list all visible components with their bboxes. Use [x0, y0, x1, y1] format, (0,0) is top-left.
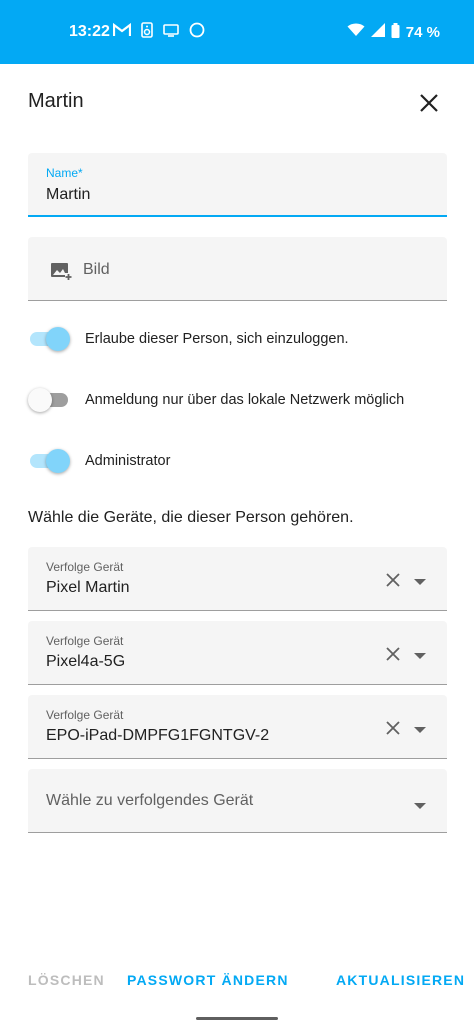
new-device-placeholder: Wähle zu verfolgendes Gerät	[46, 792, 254, 809]
device-select-3[interactable]: Verfolge Gerät EPO-iPad-DMPFG1FGNTGV-2	[28, 695, 447, 759]
device-select-label: Verfolge Gerät	[46, 634, 124, 648]
toggle-row-local-only[interactable]: Anmeldung nur über das lokale Netzwerk m…	[28, 386, 404, 414]
device-select-value: Pixel4a-5G	[46, 653, 126, 670]
clear-icon[interactable]	[384, 719, 402, 737]
wifi-icon	[347, 23, 365, 41]
name-field[interactable]: Name* Martin	[28, 153, 447, 217]
image-field[interactable]: Bild	[28, 237, 447, 301]
close-icon	[420, 94, 438, 112]
clear-icon[interactable]	[384, 645, 402, 663]
login-allowed-label: Erlaube dieser Person, sich einzuloggen.	[85, 331, 349, 347]
circle-icon	[189, 22, 205, 43]
dropdown-arrow-icon[interactable]	[412, 798, 428, 809]
close-button[interactable]	[412, 86, 446, 120]
gmail-icon	[112, 22, 132, 42]
device-select-value: EPO-iPad-DMPFG1FGNTGV-2	[46, 727, 270, 744]
login-allowed-switch[interactable]	[28, 325, 70, 353]
delete-button[interactable]: LÖSCHEN	[28, 972, 105, 988]
name-field-value[interactable]: Martin	[46, 186, 90, 204]
status-icons-right: 74 %	[347, 22, 440, 42]
switch-thumb	[46, 327, 70, 351]
speaker-icon	[141, 21, 153, 43]
admin-switch[interactable]	[28, 447, 70, 475]
switch-thumb	[46, 449, 70, 473]
home-indicator[interactable]	[196, 1017, 278, 1020]
dropdown-arrow-icon[interactable]	[412, 722, 428, 733]
device-select-label: Verfolge Gerät	[46, 708, 124, 722]
status-icons-left	[112, 21, 205, 43]
new-device-select[interactable]: Wähle zu verfolgendes Gerät	[28, 769, 447, 833]
dropdown-arrow-icon[interactable]	[412, 648, 428, 659]
add-photo-icon	[50, 261, 72, 286]
update-button[interactable]: AKTUALISIEREN	[336, 972, 465, 988]
name-field-label: Name*	[46, 166, 83, 180]
devices-heading: Wähle die Geräte, die dieser Person gehö…	[28, 509, 354, 526]
cast-icon	[163, 23, 179, 42]
device-select-2[interactable]: Verfolge Gerät Pixel4a-5G	[28, 621, 447, 685]
battery-icon	[391, 22, 400, 42]
change-password-button[interactable]: PASSWORT ÄNDERN	[127, 972, 289, 988]
local-only-switch[interactable]	[28, 386, 70, 414]
device-select-1[interactable]: Verfolge Gerät Pixel Martin	[28, 547, 447, 611]
admin-label: Administrator	[85, 453, 171, 469]
status-time: 13:22	[69, 23, 110, 40]
signal-icon	[370, 23, 385, 41]
local-only-label: Anmeldung nur über das lokale Netzwerk m…	[85, 392, 405, 408]
toggle-row-admin[interactable]: Administrator	[28, 447, 170, 475]
dialog-actions: LÖSCHEN PASSWORT ÄNDERN AKTUALISIEREN	[0, 968, 474, 994]
device-select-label: Verfolge Gerät	[46, 560, 124, 574]
battery-percent: 74 %	[405, 23, 440, 41]
image-field-label: Bild	[83, 261, 110, 278]
dropdown-arrow-icon[interactable]	[412, 574, 428, 585]
switch-thumb	[28, 388, 52, 412]
dialog-title: Martin	[28, 90, 84, 112]
status-bar: 13:22 74 %	[0, 0, 474, 64]
clear-icon[interactable]	[384, 571, 402, 589]
device-select-value: Pixel Martin	[46, 579, 130, 596]
toggle-row-login[interactable]: Erlaube dieser Person, sich einzuloggen.	[28, 325, 349, 353]
